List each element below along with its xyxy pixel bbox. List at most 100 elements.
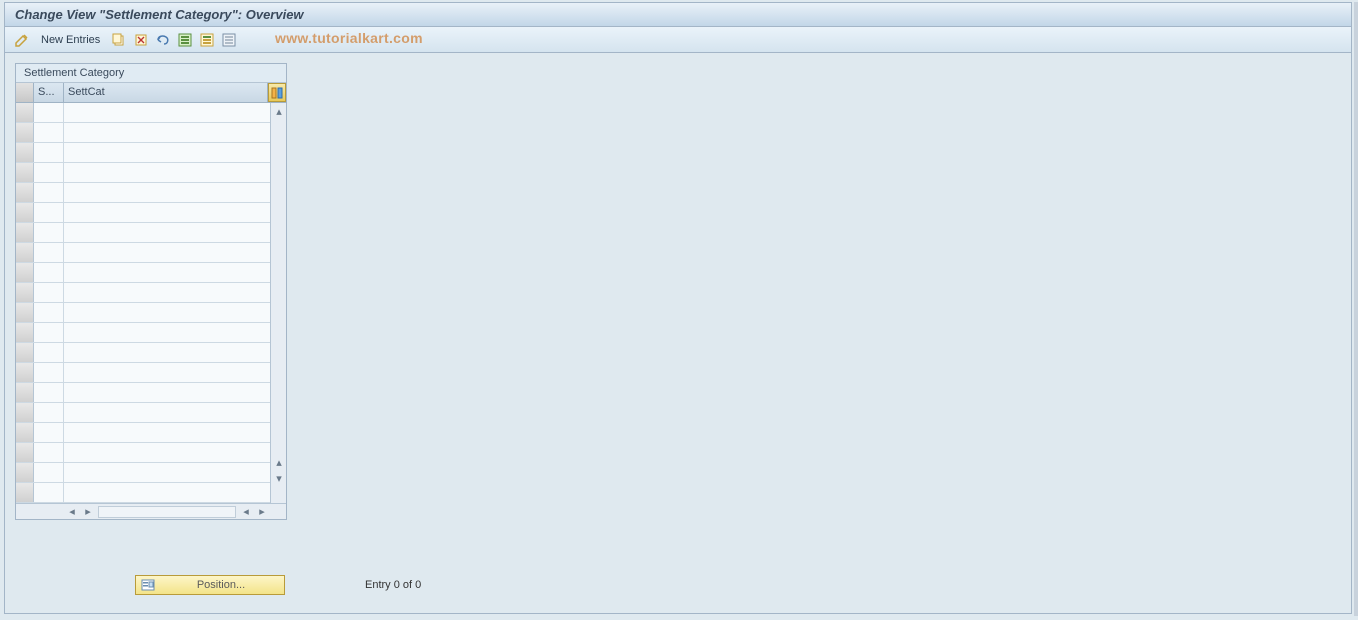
cell-settcat[interactable] — [64, 163, 270, 182]
table-row[interactable] — [16, 223, 270, 243]
scroll-up2-icon[interactable]: ▴ — [272, 455, 286, 469]
cell-s[interactable] — [34, 203, 64, 222]
row-selector[interactable] — [16, 463, 34, 482]
table-row[interactable] — [16, 283, 270, 303]
cell-s[interactable] — [34, 483, 64, 502]
cell-settcat[interactable] — [64, 443, 270, 462]
cell-s[interactable] — [34, 163, 64, 182]
table-configure-icon[interactable] — [268, 83, 286, 102]
table-row[interactable] — [16, 383, 270, 403]
column-selector-header[interactable] — [16, 83, 34, 102]
cell-s[interactable] — [34, 263, 64, 282]
table-row[interactable] — [16, 263, 270, 283]
cell-s[interactable] — [34, 223, 64, 242]
cell-s[interactable] — [34, 103, 64, 122]
table-row[interactable] — [16, 483, 270, 503]
cell-settcat[interactable] — [64, 343, 270, 362]
cell-settcat[interactable] — [64, 123, 270, 142]
cell-s[interactable] — [34, 343, 64, 362]
select-block-icon[interactable] — [198, 31, 216, 49]
delete-icon[interactable] — [132, 31, 150, 49]
cell-settcat[interactable] — [64, 423, 270, 442]
cell-settcat[interactable] — [64, 183, 270, 202]
cell-s[interactable] — [34, 443, 64, 462]
copy-icon[interactable] — [110, 31, 128, 49]
table-row[interactable] — [16, 143, 270, 163]
scroll-left-icon[interactable]: ◂ — [65, 505, 79, 519]
table-row[interactable] — [16, 183, 270, 203]
scroll-down-icon[interactable]: ▾ — [272, 471, 286, 485]
table-row[interactable] — [16, 443, 270, 463]
row-selector[interactable] — [16, 383, 34, 402]
row-selector[interactable] — [16, 303, 34, 322]
scroll-up-icon[interactable]: ▴ — [272, 104, 286, 118]
vertical-scrollbar[interactable]: ▴ ▾ ▴ — [270, 103, 286, 503]
scroll-right-icon[interactable]: ▸ — [81, 505, 95, 519]
position-button[interactable]: Position... — [135, 575, 285, 595]
cell-s[interactable] — [34, 363, 64, 382]
scroll-left2-icon[interactable]: ◂ — [239, 505, 253, 519]
cell-settcat[interactable] — [64, 223, 270, 242]
table-row[interactable] — [16, 123, 270, 143]
row-selector[interactable] — [16, 223, 34, 242]
new-entries-button[interactable]: New Entries — [35, 32, 106, 48]
cell-settcat[interactable] — [64, 383, 270, 402]
row-selector[interactable] — [16, 423, 34, 442]
cell-s[interactable] — [34, 323, 64, 342]
cell-settcat[interactable] — [64, 403, 270, 422]
table-row[interactable] — [16, 323, 270, 343]
cell-settcat[interactable] — [64, 263, 270, 282]
deselect-all-icon[interactable] — [220, 31, 238, 49]
row-selector[interactable] — [16, 363, 34, 382]
table-row[interactable] — [16, 423, 270, 443]
cell-settcat[interactable] — [64, 363, 270, 382]
hscroll-track[interactable] — [98, 506, 236, 518]
select-all-icon[interactable] — [176, 31, 194, 49]
row-selector[interactable] — [16, 263, 34, 282]
table-row[interactable] — [16, 243, 270, 263]
cell-settcat[interactable] — [64, 103, 270, 122]
cell-s[interactable] — [34, 303, 64, 322]
table-row[interactable] — [16, 303, 270, 323]
cell-s[interactable] — [34, 463, 64, 482]
cell-s[interactable] — [34, 243, 64, 262]
row-selector[interactable] — [16, 103, 34, 122]
row-selector[interactable] — [16, 343, 34, 362]
cell-settcat[interactable] — [64, 283, 270, 302]
row-selector[interactable] — [16, 243, 34, 262]
cell-s[interactable] — [34, 383, 64, 402]
cell-s[interactable] — [34, 423, 64, 442]
row-selector[interactable] — [16, 323, 34, 342]
row-selector[interactable] — [16, 203, 34, 222]
cell-s[interactable] — [34, 183, 64, 202]
table-row[interactable] — [16, 403, 270, 423]
cell-settcat[interactable] — [64, 323, 270, 342]
table-row[interactable] — [16, 163, 270, 183]
cell-settcat[interactable] — [64, 243, 270, 262]
column-header-s[interactable]: S... — [34, 83, 64, 102]
table-row[interactable] — [16, 463, 270, 483]
cell-settcat[interactable] — [64, 203, 270, 222]
scroll-right2-icon[interactable]: ▸ — [255, 505, 269, 519]
row-selector[interactable] — [16, 283, 34, 302]
column-header-settcat[interactable]: SettCat — [64, 83, 268, 102]
table-row[interactable] — [16, 203, 270, 223]
change-icon[interactable] — [13, 31, 31, 49]
row-selector[interactable] — [16, 403, 34, 422]
row-selector[interactable] — [16, 183, 34, 202]
table-row[interactable] — [16, 363, 270, 383]
window-right-scroll[interactable] — [1354, 2, 1358, 616]
cell-settcat[interactable] — [64, 483, 270, 502]
cell-settcat[interactable] — [64, 303, 270, 322]
cell-s[interactable] — [34, 403, 64, 422]
undo-icon[interactable] — [154, 31, 172, 49]
cell-settcat[interactable] — [64, 463, 270, 482]
table-row[interactable] — [16, 103, 270, 123]
row-selector[interactable] — [16, 143, 34, 162]
row-selector[interactable] — [16, 123, 34, 142]
cell-s[interactable] — [34, 123, 64, 142]
cell-s[interactable] — [34, 283, 64, 302]
row-selector[interactable] — [16, 483, 34, 502]
row-selector[interactable] — [16, 163, 34, 182]
row-selector[interactable] — [16, 443, 34, 462]
